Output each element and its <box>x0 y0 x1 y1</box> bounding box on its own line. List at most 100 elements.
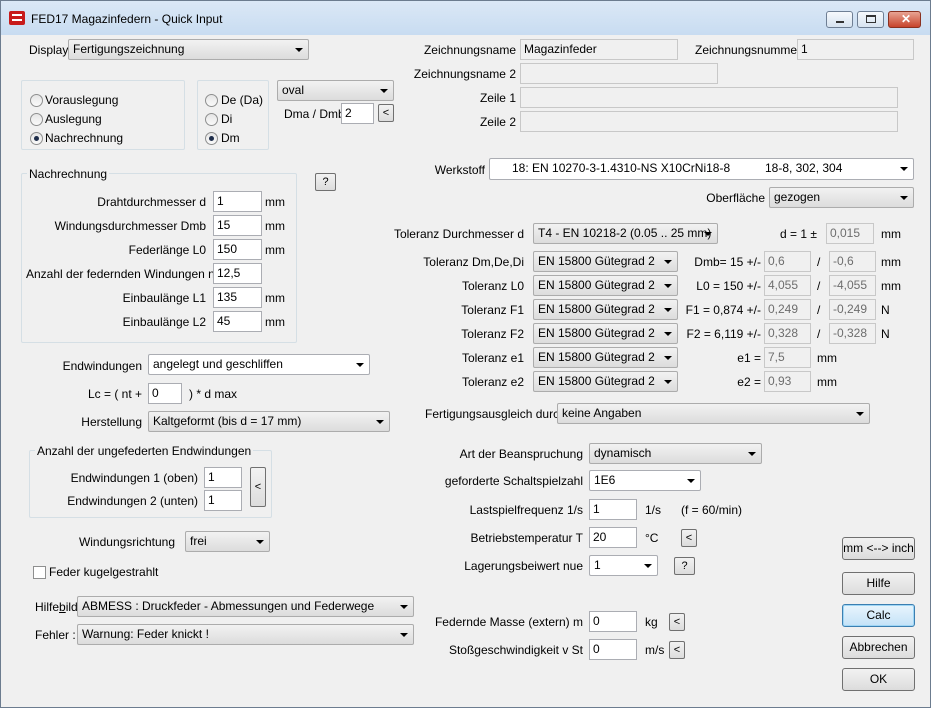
chevron-down-icon <box>900 196 908 200</box>
ratio-arrow-button[interactable]: < <box>378 104 394 122</box>
tol-f2-minus[interactable]: -0,328 <box>829 323 876 344</box>
units-toggle-button[interactable]: mm <--> inch <box>842 537 915 560</box>
end-coils-2-input[interactable]: 1 <box>204 490 242 511</box>
bearing-label: Lagerungsbeiwert nue <box>464 559 583 573</box>
coil-diameter-input[interactable]: 15 <box>213 215 262 236</box>
impact-arrow-button[interactable]: < <box>669 641 685 659</box>
errors-select[interactable]: Warnung: Feder knickt ! <box>77 624 414 645</box>
end-coils-arrow-button[interactable]: < <box>250 467 266 507</box>
drawing-name-input[interactable]: Magazinfeder <box>520 39 678 60</box>
surface-select[interactable]: gezogen <box>769 187 914 208</box>
impact-input[interactable]: 0 <box>589 639 637 660</box>
length-l2-input[interactable]: 45 <box>213 311 262 332</box>
wire-diameter-unit: mm <box>265 195 285 209</box>
radio-de[interactable] <box>205 94 218 107</box>
cancel-button[interactable]: Abbrechen <box>842 636 915 659</box>
manufacture-select[interactable]: Kaltgeformt (bis d = 17 mm) <box>148 411 390 432</box>
drawing-number-input[interactable]: 1 <box>797 39 914 60</box>
radio-vorauslegung-label[interactable]: Vorauslegung <box>45 93 118 107</box>
tolerance-d-select[interactable]: T4 - EN 10218-2 (0.05 .. 25 mm) <box>533 223 718 244</box>
radio-vorauslegung[interactable] <box>30 94 43 107</box>
help-button[interactable]: Hilfe <box>842 572 915 595</box>
length-l1-input[interactable]: 135 <box>213 287 262 308</box>
shot-peened-checkbox[interactable] <box>33 566 46 579</box>
tol-l0-select[interactable]: EN 15800 Gütegrad 2 <box>533 275 678 296</box>
chevron-down-icon <box>380 89 388 93</box>
radio-auslegung[interactable] <box>30 113 43 126</box>
cycles-value: 1E6 <box>594 473 616 487</box>
tol-e2-value: EN 15800 Gütegrad 2 <box>538 374 655 388</box>
minimize-button[interactable] <box>826 11 853 28</box>
tol-e1-select[interactable]: EN 15800 Gütegrad 2 <box>533 347 678 368</box>
tol-f2-plus[interactable]: 0,328 <box>764 323 811 344</box>
tol-f1-minus[interactable]: -0,249 <box>829 299 876 320</box>
tol-e2-eq: e2 = <box>737 375 761 389</box>
radio-di-label[interactable]: Di <box>221 112 232 126</box>
cycles-select[interactable]: 1E6 <box>589 470 701 491</box>
ratio-input[interactable]: 2 <box>341 103 374 124</box>
end-coils-1-input[interactable]: 1 <box>204 467 242 488</box>
help-image-select[interactable]: ABMESS : Druckfeder - Abmessungen und Fe… <box>77 596 414 617</box>
shape-select[interactable]: oval <box>277 80 394 101</box>
material-select[interactable]: 18: EN 10270-3-1.4310-NS X10CrNi18-8 18-8… <box>489 158 914 180</box>
tol-e1-value: EN 15800 Gütegrad 2 <box>538 350 655 364</box>
tol-f1-select[interactable]: EN 15800 Gütegrad 2 <box>533 299 678 320</box>
tol-dm-slash: / <box>817 255 821 269</box>
line2-input[interactable] <box>520 111 898 132</box>
radio-de-label[interactable]: De (Da) <box>221 93 263 107</box>
tol-e2-select[interactable]: EN 15800 Gütegrad 2 <box>533 371 678 392</box>
tol-f1-value: EN 15800 Gütegrad 2 <box>538 302 655 316</box>
chevron-down-icon <box>664 308 672 312</box>
ok-button[interactable]: OK <box>842 668 915 691</box>
calc-button[interactable]: Calc <box>842 604 915 627</box>
radio-dm-label[interactable]: Dm <box>221 131 240 145</box>
radio-di[interactable] <box>205 113 218 126</box>
tol-e1-eq: e1 = <box>737 351 761 365</box>
winding-dir-value: frei <box>190 534 207 548</box>
mass-input[interactable]: 0 <box>589 611 637 632</box>
tolerance-d-input[interactable]: 0,015 <box>826 223 874 244</box>
fertigungsausgleich-select[interactable]: keine Angaben <box>557 403 870 424</box>
tol-e2-plus[interactable]: 0,93 <box>764 371 811 392</box>
frequency-note: (f = 60/min) <box>681 503 743 517</box>
bearing-help-button[interactable]: ? <box>674 557 695 575</box>
close-button[interactable]: ✕ <box>888 11 921 28</box>
tol-dm-select[interactable]: EN 15800 Gütegrad 2 <box>533 251 678 272</box>
radio-nachrechnung[interactable] <box>30 132 43 145</box>
lc-label: Lc = ( nt + <box>87 387 142 401</box>
tol-f1-plus[interactable]: 0,249 <box>764 299 811 320</box>
radio-nachrechnung-label[interactable]: Nachrechnung <box>45 131 123 145</box>
free-length-input[interactable]: 150 <box>213 239 262 260</box>
ends-select[interactable]: angelegt und geschliffen <box>148 354 370 375</box>
display-select[interactable]: Fertigungszeichnung <box>68 39 309 60</box>
free-length-unit: mm <box>265 243 285 257</box>
length-l2-unit: mm <box>265 315 285 329</box>
active-coils-input[interactable]: 12,5 <box>213 263 262 284</box>
temperature-input[interactable]: 20 <box>589 527 637 548</box>
title-bar: FED17 Magazinfedern - Quick Input ✕ <box>1 1 930 35</box>
tol-dm-minus[interactable]: -0,6 <box>829 251 876 272</box>
tol-e1-plus[interactable]: 7,5 <box>764 347 811 368</box>
tol-l0-minus[interactable]: -4,055 <box>829 275 876 296</box>
bearing-select[interactable]: 1 <box>589 555 658 576</box>
shot-peened-label[interactable]: Feder kugelgestrahlt <box>49 565 158 579</box>
line1-input[interactable] <box>520 87 898 108</box>
drawing-name2-input[interactable] <box>520 63 718 84</box>
lc-input[interactable]: 0 <box>148 383 182 404</box>
tol-f2-select[interactable]: EN 15800 Gütegrad 2 <box>533 323 678 344</box>
tol-l0-plus[interactable]: 4,055 <box>764 275 811 296</box>
mass-arrow-button[interactable]: < <box>669 613 685 631</box>
help-question-button[interactable]: ? <box>315 173 336 191</box>
maximize-button[interactable] <box>857 11 884 28</box>
radio-dm[interactable] <box>205 132 218 145</box>
chevron-down-icon <box>900 167 908 171</box>
winding-dir-select[interactable]: frei <box>185 531 270 552</box>
chevron-down-icon <box>376 420 384 424</box>
tol-dm-plus[interactable]: 0,6 <box>764 251 811 272</box>
frequency-input[interactable]: 1 <box>589 499 637 520</box>
frequency-unit: 1/s <box>645 503 662 517</box>
wire-diameter-input[interactable]: 1 <box>213 191 262 212</box>
load-type-select[interactable]: dynamisch <box>589 443 762 464</box>
temperature-arrow-button[interactable]: < <box>681 529 697 547</box>
radio-auslegung-label[interactable]: Auslegung <box>45 112 102 126</box>
